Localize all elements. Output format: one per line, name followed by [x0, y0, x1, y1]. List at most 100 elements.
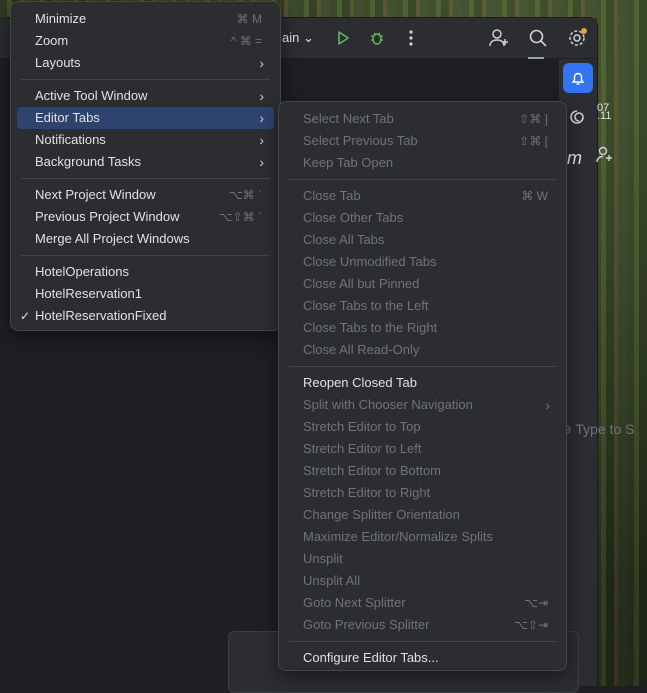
menu-item-zoom[interactable]: Zoom ^ ⌘ = [17, 30, 274, 52]
menu-item-stretch-right[interactable]: Stretch Editor to Right [285, 482, 560, 504]
editor-tabs-submenu: Select Next Tab ⇧⌘ ] Select Previous Tab ⇧… [278, 101, 567, 671]
menu-item-stretch-top[interactable]: Stretch Editor to Top [285, 416, 560, 438]
menu-item-project-hotelreservationfixed[interactable]: ✓ HotelReservationFixed [17, 305, 274, 327]
menu-item-label: Previous Project Window [35, 209, 180, 224]
menu-item-stretch-left[interactable]: Stretch Editor to Left [285, 438, 560, 460]
menu-item-label: HotelReservationFixed [35, 308, 167, 323]
menu-item-label: Unsplit [303, 551, 343, 566]
type-hint-text: Type to S [575, 421, 635, 437]
menu-item-label: Close Other Tabs [303, 210, 404, 225]
type-to-search-hint: ⊖ Type to S [560, 421, 635, 438]
menu-item-goto-previous-splitter[interactable]: Goto Previous Splitter ⌥⇧⇥ [285, 614, 560, 636]
menu-item-label: Layouts [35, 55, 81, 70]
menu-item-close-unmodified-tabs[interactable]: Close Unmodified Tabs [285, 251, 560, 273]
menu-item-label: Split with Chooser Navigation [303, 397, 473, 412]
right-panel-italic-text: m [567, 148, 582, 168]
menu-item-label: Close Tabs to the Left [303, 298, 429, 313]
menu-item-close-tab[interactable]: Close Tab ⌘ W [285, 185, 560, 207]
menu-item-unsplit-all[interactable]: Unsplit All [285, 570, 560, 592]
menu-item-previous-project-window[interactable]: Previous Project Window ⌥⇧⌘ ` [17, 206, 274, 228]
shortcut: ⇧⌘ [ [519, 134, 548, 148]
menu-item-label: Configure Editor Tabs... [303, 650, 439, 665]
shortcut: ⌥⌘ ` [228, 188, 262, 202]
menu-item-label: HotelReservation1 [35, 286, 142, 301]
menu-item-unsplit[interactable]: Unsplit [285, 548, 560, 570]
menu-item-label: Stretch Editor to Top [303, 419, 421, 434]
swirl-icon[interactable] [568, 108, 586, 131]
menu-item-maximize-editor[interactable]: Maximize Editor/Normalize Splits [285, 526, 560, 548]
add-user-small-icon[interactable] [596, 146, 614, 168]
menu-item-label: Close All but Pinned [303, 276, 420, 291]
menu-item-layouts[interactable]: Layouts › [17, 52, 274, 74]
menu-item-label: Keep Tab Open [303, 155, 394, 170]
shortcut: ⇧⌘ ] [519, 112, 548, 126]
menu-item-label: Close All Read-Only [303, 342, 420, 357]
menu-item-select-previous-tab[interactable]: Select Previous Tab ⇧⌘ [ [285, 130, 560, 152]
menu-item-close-all-read-only[interactable]: Close All Read-Only [285, 339, 560, 361]
debug-icon[interactable] [366, 27, 388, 49]
menu-item-editor-tabs[interactable]: Editor Tabs › [17, 107, 274, 129]
menu-item-label: Active Tool Window [35, 88, 148, 103]
checkmark-icon: ✓ [20, 309, 31, 323]
menu-item-close-all-but-pinned[interactable]: Close All but Pinned [285, 273, 560, 295]
menu-item-stretch-bottom[interactable]: Stretch Editor to Bottom [285, 460, 560, 482]
menu-item-label: Close Unmodified Tabs [303, 254, 437, 269]
menu-item-background-tasks[interactable]: Background Tasks › [17, 151, 274, 173]
chevron-right-icon: › [259, 88, 264, 104]
menu-item-close-other-tabs[interactable]: Close Other Tabs [285, 207, 560, 229]
shortcut: ⌘ M [236, 12, 262, 26]
menu-item-notifications[interactable]: Notifications › [17, 129, 274, 151]
menu-item-close-tabs-right[interactable]: Close Tabs to the Right [285, 317, 560, 339]
menu-item-label: Select Previous Tab [303, 133, 418, 148]
window-menu: Minimize ⌘ M Zoom ^ ⌘ = Layouts › Active To… [10, 1, 281, 331]
minimize-panel-icon[interactable] [528, 57, 544, 59]
menu-item-label: Close All Tabs [303, 232, 385, 247]
menu-item-label: Background Tasks [35, 154, 141, 169]
run-icon[interactable] [332, 27, 354, 49]
menu-item-next-project-window[interactable]: Next Project Window ⌥⌘ ` [17, 184, 274, 206]
menu-item-label: Close Tab [303, 188, 361, 203]
menu-item-label: Change Splitter Orientation [303, 507, 460, 522]
menu-separator [21, 79, 270, 80]
menu-separator [289, 179, 556, 180]
right-panel-text: 07 .11 [597, 102, 612, 122]
notifications-bell-icon[interactable] [563, 63, 593, 93]
menu-item-active-tool-window[interactable]: Active Tool Window › [17, 85, 274, 107]
menu-item-label: Stretch Editor to Right [303, 485, 431, 500]
menu-item-keep-tab-open[interactable]: Keep Tab Open [285, 152, 560, 174]
menu-item-label: Stretch Editor to Bottom [303, 463, 442, 478]
branch-selector[interactable]: ain ⌄ [282, 30, 314, 46]
menu-separator [289, 366, 556, 367]
menu-item-goto-next-splitter[interactable]: Goto Next Splitter ⌥⇥ [285, 592, 560, 614]
menu-item-reopen-closed-tab[interactable]: Reopen Closed Tab [285, 372, 560, 394]
menu-separator [289, 641, 556, 642]
menu-item-select-next-tab[interactable]: Select Next Tab ⇧⌘ ] [285, 108, 560, 130]
menu-item-configure-editor-tabs[interactable]: Configure Editor Tabs... [285, 647, 560, 669]
chevron-right-icon: › [259, 55, 264, 71]
chevron-right-icon: › [545, 397, 550, 413]
menu-item-label: Select Next Tab [303, 111, 394, 126]
chevron-right-icon: › [259, 132, 264, 148]
menu-item-close-tabs-left[interactable]: Close Tabs to the Left [285, 295, 560, 317]
menu-item-label: Notifications [35, 132, 106, 147]
menu-item-label: Next Project Window [35, 187, 156, 202]
menu-item-project-hoteloperations[interactable]: HotelOperations [17, 261, 274, 283]
menu-item-label: Zoom [35, 33, 69, 48]
menu-item-label: Goto Previous Splitter [303, 617, 430, 632]
add-user-icon[interactable] [488, 27, 510, 49]
menu-item-split-chooser-navigation[interactable]: Split with Chooser Navigation › [285, 394, 560, 416]
menu-item-label: Close Tabs to the Right [303, 320, 438, 335]
more-options-icon[interactable] [400, 27, 422, 49]
menu-item-change-splitter-orientation[interactable]: Change Splitter Orientation [285, 504, 560, 526]
shortcut: ⌥⇥ [524, 596, 548, 610]
menu-item-close-all-tabs[interactable]: Close All Tabs [285, 229, 560, 251]
menu-item-label: Maximize Editor/Normalize Splits [303, 529, 493, 544]
menu-separator [21, 255, 270, 256]
menu-item-label: Unsplit All [303, 573, 361, 588]
menu-item-project-hotelreservation1[interactable]: HotelReservation1 [17, 283, 274, 305]
menu-item-label: Merge All Project Windows [35, 231, 190, 246]
menu-item-label: Editor Tabs [35, 110, 100, 125]
menu-item-merge-all-windows[interactable]: Merge All Project Windows [17, 228, 274, 250]
menu-item-minimize[interactable]: Minimize ⌘ M [17, 8, 274, 30]
search-icon[interactable] [527, 27, 549, 49]
